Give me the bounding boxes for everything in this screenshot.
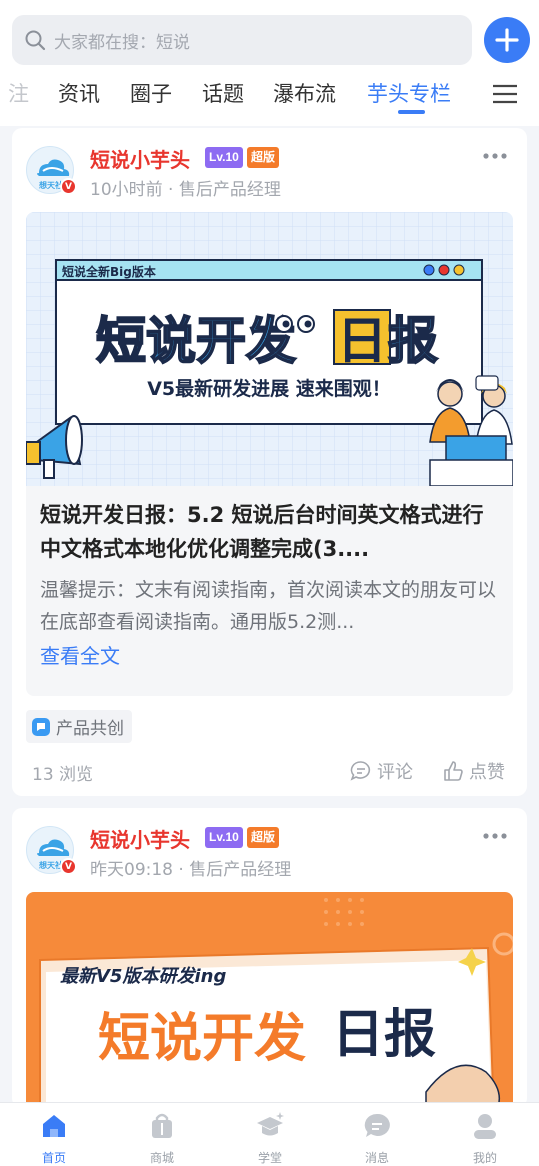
tab-news[interactable]: 资讯 (58, 78, 100, 108)
tab-circles[interactable]: 圈子 (130, 78, 172, 108)
post-content[interactable]: 短说全新Big版本 短说开发 日 报 V5最新研发进展 速来围观！ 短说开发日报… (26, 212, 513, 696)
vip-badge: 超版 (247, 827, 280, 848)
nav-messages-label: 消息 (364, 1151, 389, 1165)
tab-topics[interactable]: 话题 (202, 78, 244, 108)
topic-tag[interactable]: 产品共创 (26, 710, 132, 743)
shop-bag-icon (152, 1113, 172, 1138)
more-options-icon[interactable] (482, 152, 508, 160)
graduation-cap-icon (257, 1112, 284, 1136)
cover-image: 短说全新Big版本 短说开发 日 报 V5最新研发进展 速来围观！ (26, 212, 513, 486)
post-meta: 昨天09:18 · 售后产品经理 (90, 860, 292, 880)
tab-follow[interactable]: 注 (8, 78, 29, 108)
active-tab-indicator (398, 110, 425, 114)
verified-badge: V (60, 178, 77, 195)
post-card[interactable]: 想天社 V 短说小芋头 Lv.10 超版 昨天09:18 · 售后产品经理 最新… (12, 808, 527, 1108)
comment-label: 评论 (377, 762, 413, 783)
post-meta: 10小时前 · 售后产品经理 (90, 180, 281, 200)
add-post-button[interactable] (484, 17, 530, 63)
cover-tagline: 最新V5版本研发ing (60, 966, 226, 987)
view-count: 13 浏览 (32, 765, 94, 785)
cover-headline-report: 报 (388, 312, 438, 370)
post-excerpt: 温馨提示：文末有阅读指南，首次阅读本文的朋友可以在底部查看阅读指南。通用版5.2… (40, 579, 497, 633)
cover-image[interactable]: 最新V5版本研发ing 短说开发 日报 (26, 892, 513, 1108)
bottom-navigation: 首页 商城 学堂 消息 我的 (0, 1102, 539, 1166)
nav-home[interactable]: 首页 (14, 1111, 94, 1166)
comment-button[interactable]: 评论 (350, 758, 413, 784)
nav-school-label: 学堂 (257, 1151, 282, 1165)
level-badge: Lv.10 (205, 147, 243, 168)
nav-profile[interactable]: 我的 (445, 1111, 525, 1166)
menu-icon[interactable] (492, 83, 518, 105)
post-card[interactable]: 想天社 V 短说小芋头 Lv.10 超版 10小时前 · 售后产品经理 短说全新… (12, 128, 527, 796)
comment-icon (350, 761, 371, 781)
topic-label: 产品共创 (56, 719, 124, 739)
nav-messages[interactable]: 消息 (337, 1111, 417, 1166)
chat-bubble-icon (32, 717, 50, 736)
cover-headline-day: 日 (337, 312, 387, 370)
vip-badge: 超版 (247, 147, 280, 168)
nav-shop-label: 商城 (149, 1151, 174, 1165)
more-options-icon[interactable] (482, 832, 508, 840)
search-bar[interactable]: 大家都在搜：短说 (12, 15, 472, 65)
top-header: 大家都在搜：短说 注 资讯 圈子 话题 瀑布流 芋头专栏 (0, 0, 539, 126)
message-icon (364, 1113, 390, 1137)
user-icon (474, 1114, 496, 1139)
nav-shop[interactable]: 商城 (122, 1111, 202, 1166)
home-icon (43, 1115, 65, 1137)
level-badge: Lv.10 (205, 827, 243, 848)
thumbs-up-icon (444, 761, 463, 781)
nav-home-label: 首页 (41, 1151, 66, 1165)
search-icon (25, 30, 46, 51)
like-label: 点赞 (469, 762, 505, 783)
tab-waterfall[interactable]: 瀑布流 (273, 78, 336, 108)
cover-window-title: 短说全新Big版本 (62, 264, 156, 279)
category-tabs: 注 资讯 圈子 话题 瀑布流 芋头专栏 (0, 70, 539, 122)
nav-school[interactable]: 学堂 (230, 1111, 310, 1166)
cover-headline-report: 日报 (332, 1005, 436, 1065)
author-name[interactable]: 短说小芋头 (90, 144, 190, 173)
read-more-link[interactable]: 查看全文 (40, 640, 120, 669)
cover-headline: 短说开发 (96, 312, 296, 370)
nav-profile-label: 我的 (472, 1151, 497, 1165)
cover-subline: V5最新研发进展 速来围观！ (147, 377, 391, 400)
author-name[interactable]: 短说小芋头 (90, 824, 190, 853)
cover-headline: 短说开发 (98, 1009, 306, 1069)
like-button[interactable]: 点赞 (442, 758, 505, 784)
search-placeholder: 大家都在搜：短说 (54, 32, 190, 53)
post-title[interactable]: 短说开发日报：5.2 短说后台时间英文格式进行中文格式本地化优化调整完成(3..… (40, 498, 500, 566)
plus-icon (495, 28, 519, 52)
verified-badge: V (60, 858, 77, 875)
tab-column[interactable]: 芋头专栏 (367, 78, 451, 108)
